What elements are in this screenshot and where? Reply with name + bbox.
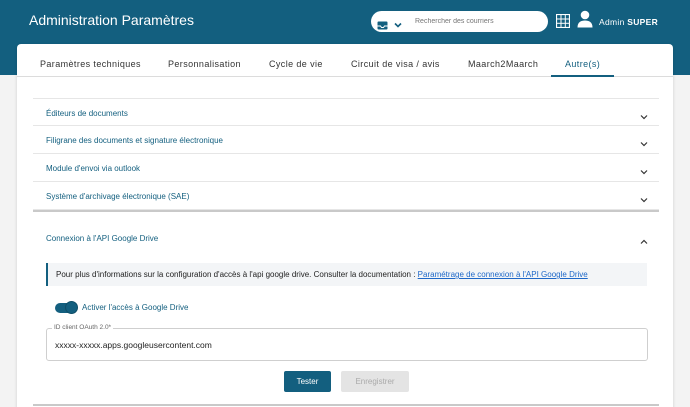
- client-id-input[interactable]: [55, 340, 635, 350]
- panel-filigrane-signature[interactable]: Filigrane des documents et signature éle…: [33, 126, 659, 154]
- search-input[interactable]: [415, 18, 535, 25]
- save-button[interactable]: Enregistrer: [341, 371, 409, 392]
- grid-icon[interactable]: [555, 13, 571, 29]
- page-title: Administration Paramètres: [29, 12, 194, 28]
- tab-personnalisation[interactable]: Personnalisation: [168, 59, 241, 69]
- tab-circuit-visa-avis[interactable]: Circuit de visa / avis: [351, 59, 440, 69]
- active-tab-indicator: [551, 75, 614, 77]
- chevron-down-icon: [639, 136, 649, 147]
- client-id-label: ID client OAuth 2.0*: [52, 324, 114, 331]
- user-last-name: SUPER: [627, 17, 659, 27]
- tab-autres[interactable]: Autre(s): [565, 59, 600, 69]
- panel-sae[interactable]: Système d'archivage électronique (SAE): [33, 182, 659, 210]
- chevron-down-icon[interactable]: [393, 17, 403, 28]
- panel-title: Module d'envoi via outlook: [46, 164, 141, 173]
- tab-bar: Paramètres techniques Personnalisation C…: [17, 44, 673, 77]
- panel-title: Système d'archivage électronique (SAE): [46, 192, 190, 201]
- documentation-link[interactable]: Paramétrage de connexion à l'API Google …: [418, 270, 588, 279]
- panel-title: Éditeurs de documents: [46, 109, 128, 118]
- panel-title: Filigrane des documents et signature éle…: [46, 136, 223, 145]
- panel-editeurs-documents[interactable]: Éditeurs de documents: [33, 98, 659, 126]
- user-icon[interactable]: [577, 10, 593, 28]
- user-first-name: Admin: [599, 17, 625, 27]
- user-name[interactable]: Admin SUPER: [599, 17, 658, 27]
- tab-parametres-techniques[interactable]: Paramètres techniques: [40, 59, 141, 69]
- chevron-up-icon: [639, 234, 649, 244]
- panel-title: Connexion à l'API Google Drive: [46, 234, 159, 243]
- client-id-field: ID client OAuth 2.0*: [46, 324, 648, 361]
- settings-card: Paramètres techniques Personnalisation C…: [17, 44, 673, 407]
- search-bar[interactable]: [371, 11, 548, 32]
- panel-divider: [33, 210, 659, 212]
- tab-cycle-de-vie[interactable]: Cycle de vie: [269, 59, 323, 69]
- chevron-down-icon: [639, 192, 649, 203]
- panel-module-outlook[interactable]: Module d'envoi via outlook: [33, 154, 659, 182]
- chevron-down-icon: [639, 109, 649, 120]
- google-drive-toggle[interactable]: [55, 301, 78, 314]
- test-button[interactable]: Tester: [284, 371, 331, 392]
- info-message: Pour plus d'informations sur la configur…: [56, 270, 418, 279]
- toggle-label: Activer l'accès à Google Drive: [82, 303, 189, 312]
- info-box: Pour plus d'informations sur la configur…: [46, 263, 647, 286]
- toggle-knob: [65, 301, 78, 314]
- panel-google-drive-header[interactable]: Connexion à l'API Google Drive: [33, 224, 659, 252]
- info-text: Pour plus d'informations sur la configur…: [56, 270, 588, 279]
- chevron-down-icon: [639, 164, 649, 175]
- mailbox-icon[interactable]: [377, 17, 388, 30]
- panel-divider: [33, 404, 659, 406]
- tab-maarch2maarch[interactable]: Maarch2Maarch: [468, 59, 538, 69]
